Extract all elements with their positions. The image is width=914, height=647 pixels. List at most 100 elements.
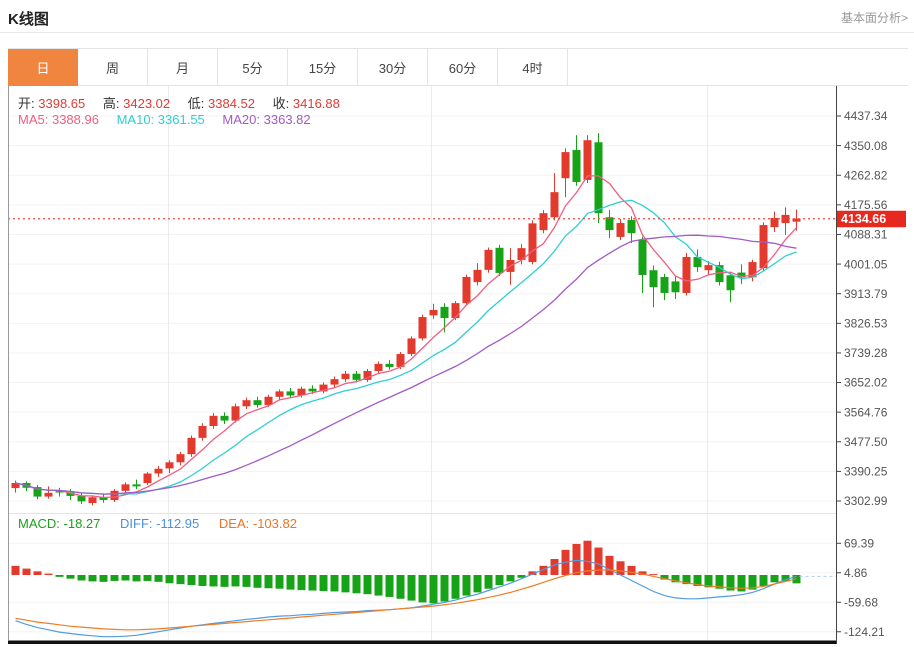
candle xyxy=(199,426,207,438)
macd-bar xyxy=(166,575,174,583)
tab-4时[interactable]: 4时 xyxy=(498,49,568,86)
candle xyxy=(243,400,251,406)
macd-bar xyxy=(485,575,493,589)
candle xyxy=(584,140,592,180)
macd-bar xyxy=(111,575,119,581)
macd-bar xyxy=(606,556,614,575)
macd-bar xyxy=(419,575,427,602)
kline-page: K线图 基本面分析> 日周月5分15分30分60分4时 4437.344350.… xyxy=(0,0,914,647)
macd-bar xyxy=(441,575,449,602)
macd-bar xyxy=(232,575,240,586)
macd-bar xyxy=(397,575,405,599)
macd-axis-label: 4.86 xyxy=(844,566,868,580)
candle xyxy=(529,223,537,262)
macd-bar xyxy=(771,575,779,582)
macd-bar xyxy=(342,575,350,592)
candle xyxy=(408,338,416,354)
tab-日[interactable]: 日 xyxy=(8,49,78,86)
candle xyxy=(452,303,460,318)
price-axis-label: 3739.28 xyxy=(844,346,888,360)
macd-bar xyxy=(23,569,31,575)
candle xyxy=(386,364,394,367)
macd-bar xyxy=(45,574,53,575)
price-axis-label: 4262.82 xyxy=(844,168,888,182)
price-axis-label: 3564.76 xyxy=(844,405,888,419)
macd-bar xyxy=(408,575,416,601)
macd-bar xyxy=(276,575,284,589)
tab-60分[interactable]: 60分 xyxy=(428,49,498,86)
price-axis-label: 4088.31 xyxy=(844,228,888,242)
candle xyxy=(727,275,735,290)
candle xyxy=(287,391,295,395)
tab-30分[interactable]: 30分 xyxy=(358,49,428,86)
tab-周[interactable]: 周 xyxy=(78,49,148,86)
macd-bar xyxy=(375,575,383,596)
page-title: K线图 xyxy=(8,8,49,29)
macd-bar xyxy=(551,559,559,575)
macd-bar xyxy=(364,575,372,594)
ma5-line xyxy=(16,176,797,498)
macd-bar xyxy=(133,575,141,581)
macd-bar xyxy=(738,575,746,591)
macd-bar xyxy=(298,575,306,590)
price-axis-label: 3652.02 xyxy=(844,376,888,390)
candle xyxy=(617,223,625,237)
candle xyxy=(551,192,559,217)
macd-bar xyxy=(254,575,262,588)
kline-chart-svg: 4437.344350.084262.824175.564088.314001.… xyxy=(8,86,908,645)
bottom-axis xyxy=(8,641,837,645)
macd-bar xyxy=(155,575,163,582)
macd-bar xyxy=(210,575,218,586)
current-price-tag-label: 4134.66 xyxy=(841,212,886,226)
candle xyxy=(650,270,658,287)
candle xyxy=(474,270,482,282)
candle xyxy=(166,462,174,468)
candle xyxy=(144,474,152,484)
macd-bar xyxy=(760,575,768,586)
price-axis-label: 4175.56 xyxy=(844,198,888,212)
candle xyxy=(232,406,240,420)
candle xyxy=(628,220,636,233)
macd-bar xyxy=(56,575,64,577)
macd-bar xyxy=(584,541,592,575)
macd-bar xyxy=(386,575,394,597)
macd-axis-label: -124.21 xyxy=(844,625,885,639)
candle xyxy=(254,400,262,405)
candle xyxy=(78,496,86,501)
macd-bar xyxy=(452,575,460,599)
macd-axis-label: 69.39 xyxy=(844,536,874,550)
price-axis-label: 3826.53 xyxy=(844,317,888,331)
tab-15分[interactable]: 15分 xyxy=(288,49,358,86)
title-divider xyxy=(0,32,914,33)
macd-bar xyxy=(122,575,130,580)
candle xyxy=(133,484,141,486)
tab-filler xyxy=(568,49,908,86)
candle xyxy=(342,374,350,379)
macd-bar xyxy=(100,575,108,582)
macd-bar xyxy=(89,575,97,581)
macd-bar xyxy=(474,575,482,592)
macd-bar xyxy=(67,575,75,579)
candle xyxy=(540,213,548,230)
ma10-line xyxy=(16,200,797,494)
candle xyxy=(430,310,438,315)
macd-bar xyxy=(287,575,295,590)
diff-line xyxy=(16,560,797,636)
fundamental-analysis-link[interactable]: 基本面分析> xyxy=(841,9,908,26)
candle xyxy=(485,250,493,270)
price-axis-label: 3390.25 xyxy=(844,465,888,479)
candle xyxy=(672,281,680,292)
price-axis-label: 3477.50 xyxy=(844,435,888,449)
candle xyxy=(562,152,570,178)
candle xyxy=(661,277,669,293)
macd-bar xyxy=(12,566,20,575)
tab-月[interactable]: 月 xyxy=(148,49,218,86)
candle xyxy=(111,491,119,500)
macd-bar xyxy=(199,575,207,586)
candle xyxy=(573,150,581,182)
candle xyxy=(760,225,768,268)
price-axis-label: 4437.34 xyxy=(844,109,888,123)
tab-5分[interactable]: 5分 xyxy=(218,49,288,86)
candle xyxy=(210,416,218,426)
macd-bar xyxy=(463,575,471,596)
